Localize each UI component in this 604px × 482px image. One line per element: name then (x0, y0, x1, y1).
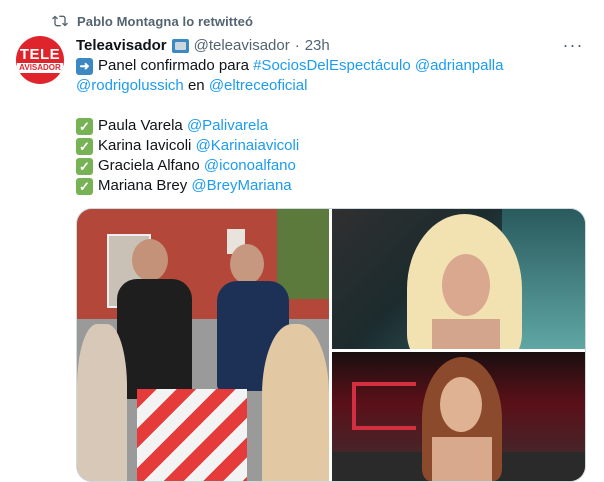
panelist-name: Graciela Alfano (98, 157, 200, 174)
retweet-context[interactable]: Pablo Montagna lo retwitteó (52, 10, 253, 32)
media-grid (76, 208, 586, 482)
check-mark-emoji: ✓ (76, 117, 93, 135)
tv-emoji (171, 39, 189, 53)
photo-group[interactable] (77, 209, 329, 481)
panel-item: ✓ Mariana Brey @BreyMariana (76, 176, 586, 196)
tweet-time[interactable]: 23h (305, 37, 330, 54)
panelist-handle-link[interactable]: @Palivarela (187, 116, 268, 136)
right-arrow-emoji: ➜ (76, 57, 93, 75)
separator-dot: · (294, 36, 300, 54)
author-name[interactable]: Teleavisador (76, 37, 167, 54)
panelist-handle-link[interactable]: @Karinaiavicoli (196, 136, 300, 156)
mention-link[interactable]: @adrianpalla (415, 56, 504, 76)
hashtag-link[interactable]: #SociosDelEspectáculo (253, 56, 411, 76)
author-handle[interactable]: @teleavisador (194, 37, 290, 54)
tweet-header: Teleavisador @teleavisador · 23h (76, 34, 330, 56)
panelist-name: Mariana Brey (98, 177, 188, 194)
photo-portrait-1[interactable] (332, 209, 585, 349)
tweet-text: ➜ Panel confirmado para #SociosDelEspect… (76, 56, 586, 196)
mention-link[interactable]: @rodrigolussich (76, 76, 184, 96)
mention-link[interactable]: @eltreceoficial (209, 76, 308, 96)
panelist-name: Paula Varela (98, 117, 183, 134)
tweet-text-segment: en (183, 77, 209, 94)
avatar-logo-line1: TELE (19, 45, 61, 63)
more-icon[interactable]: ··· (560, 35, 586, 55)
panel-item: ✓ Graciela Alfano @iconoalfano (76, 156, 586, 176)
panelist-handle-link[interactable]: @iconoalfano (204, 156, 296, 176)
retweet-icon (52, 15, 68, 27)
panelist-handle-link[interactable]: @BreyMariana (191, 176, 291, 196)
panel-item: ✓ Paula Varela @Palivarela (76, 116, 586, 136)
tweet-line-1: ➜ Panel confirmado para #SociosDelEspect… (76, 56, 586, 76)
avatar[interactable]: TELE AVISADOR (16, 36, 64, 84)
panel-item: ✓ Karina Iavicoli @Karinaiavicoli (76, 136, 586, 156)
retweet-label: Pablo Montagna lo retwitteó (77, 13, 254, 29)
check-mark-emoji: ✓ (76, 177, 93, 195)
avatar-logo-line2: AVISADOR (17, 62, 63, 73)
photo-portrait-2[interactable] (332, 352, 585, 481)
tweet-text-segment: Panel confirmado para (98, 57, 254, 74)
check-mark-emoji: ✓ (76, 157, 93, 175)
panelist-name: Karina Iavicoli (98, 137, 192, 154)
check-mark-emoji: ✓ (76, 137, 93, 155)
tweet-line-2: @rodrigolussich en @eltreceoficial (76, 76, 586, 96)
